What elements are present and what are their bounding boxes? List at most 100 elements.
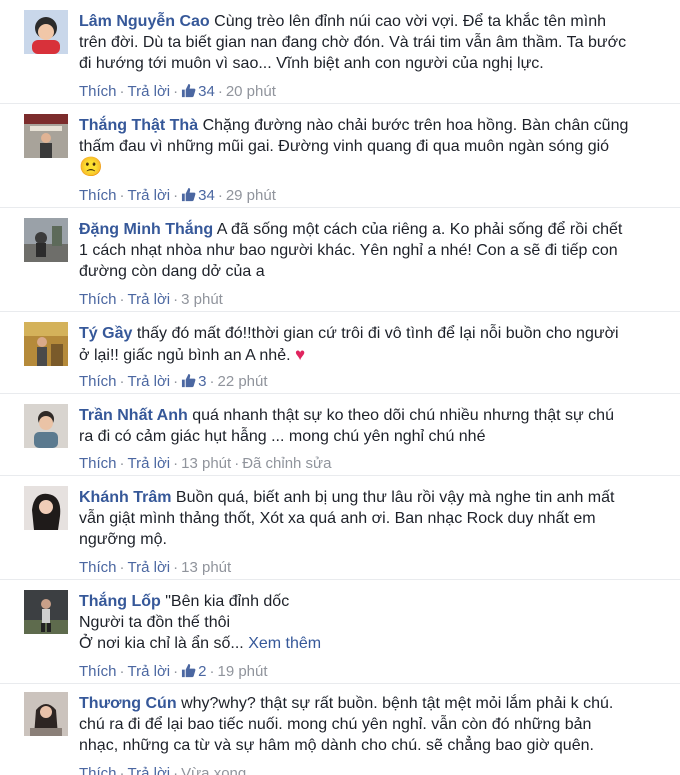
separator: · [217, 187, 223, 204]
like-link[interactable]: Thích [79, 765, 117, 775]
comment-author-link[interactable]: Khánh Trâm [79, 489, 171, 506]
timestamp-link[interactable]: 22 phút [217, 373, 267, 390]
separator: · [119, 559, 125, 576]
avatar[interactable] [24, 590, 68, 634]
comment-actions: Thích · Trả lời · 34 · 20 phút [79, 83, 276, 100]
comment-author-link[interactable]: Đặng Minh Thắng [79, 221, 213, 238]
like-count-button[interactable]: 34 [181, 83, 215, 100]
reply-link[interactable]: Trả lời [128, 765, 171, 775]
comment-actions: Thích · Trả lời · 13 phút · Đã chỉnh sửa [79, 455, 331, 472]
separator: · [173, 765, 179, 775]
like-link[interactable]: Thích [79, 187, 117, 204]
comment-actions: Thích · Trả lời · 34 · 29 phút [79, 187, 276, 204]
like-count: 34 [198, 187, 215, 204]
comment-text: Thắng Thật Thà Chặng đường nào chải bước… [79, 117, 629, 178]
separator: · [209, 373, 215, 390]
like-count: 34 [198, 83, 215, 100]
separator: · [217, 83, 223, 100]
separator: · [119, 455, 125, 472]
like-count-button[interactable]: 34 [181, 187, 215, 204]
comment-author-link[interactable]: Thắng Thật Thà [79, 117, 198, 134]
separator: · [173, 83, 179, 100]
comment-actions: Thích · Trả lời · 3 phút [79, 291, 223, 308]
avatar[interactable] [24, 10, 68, 54]
comment-item: Đặng Minh Thắng A đã sống một cách của r… [0, 208, 680, 312]
comment-text: Khánh Trâm Buồn quá, biết anh bị ung thư… [79, 489, 615, 548]
separator: · [173, 559, 179, 576]
reply-link[interactable]: Trả lời [128, 373, 171, 390]
like-count-button[interactable]: 3 [181, 373, 206, 390]
comment-text: Lâm Nguyễn Cao Cùng trèo lên đỉnh núi ca… [79, 13, 627, 72]
comment-item: Thắng Lốp "Bên kia đỉnh dốc Người ta đồn… [0, 580, 680, 684]
separator: · [119, 765, 125, 775]
separator: · [119, 373, 125, 390]
separator: · [173, 373, 179, 390]
reply-link[interactable]: Trả lời [128, 187, 171, 204]
sad-face-icon: 🙁 [79, 157, 103, 178]
separator: · [119, 291, 125, 308]
like-link[interactable]: Thích [79, 83, 117, 100]
avatar[interactable] [24, 486, 68, 530]
comment-item: Trần Nhất Anh quá nhanh thật sự ko theo … [0, 394, 680, 476]
comment-author-link[interactable]: Thắng Lốp [79, 593, 161, 610]
reply-link[interactable]: Trả lời [128, 83, 171, 100]
timestamp-link[interactable]: Vừa xong [181, 765, 246, 775]
comment-feed: Lâm Nguyễn Cao Cùng trèo lên đỉnh núi ca… [0, 0, 680, 775]
comment-text: Tý Gầy thấy đó mất đó!!thời gian cứ trôi… [79, 325, 619, 364]
edited-label[interactable]: Đã chỉnh sửa [242, 455, 331, 472]
reply-link[interactable]: Trả lời [128, 559, 171, 576]
like-link[interactable]: Thích [79, 663, 117, 680]
separator: · [173, 187, 179, 204]
avatar[interactable] [24, 404, 68, 448]
separator: · [173, 455, 179, 472]
timestamp-link[interactable]: 3 phút [181, 291, 223, 308]
comment-item: Lâm Nguyễn Cao Cùng trèo lên đỉnh núi ca… [0, 0, 680, 104]
comment-text: Thắng Lốp "Bên kia đỉnh dốc Người ta đồn… [79, 593, 322, 652]
heart-icon: ♥ [295, 345, 306, 364]
reply-link[interactable]: Trả lời [128, 663, 171, 680]
avatar[interactable] [24, 218, 68, 262]
comment-text: Trần Nhất Anh quá nhanh thật sự ko theo … [79, 407, 614, 445]
thumbs-up-icon [182, 663, 196, 678]
comment-text: Đặng Minh Thắng A đã sống một cách của r… [79, 221, 623, 280]
comment-author-link[interactable]: Tý Gầy [79, 325, 132, 342]
timestamp-link[interactable]: 13 phút [181, 559, 231, 576]
avatar[interactable] [24, 692, 68, 736]
comment-actions: Thích · Trả lời · Vừa xong [79, 765, 246, 775]
see-more-link[interactable]: Xem thêm [248, 635, 321, 652]
reply-link[interactable]: Trả lời [128, 455, 171, 472]
separator: · [234, 455, 240, 472]
avatar[interactable] [24, 322, 68, 366]
like-link[interactable]: Thích [79, 291, 117, 308]
avatar[interactable] [24, 114, 68, 158]
like-link[interactable]: Thích [79, 559, 117, 576]
like-count-button[interactable]: 2 [181, 663, 206, 680]
comment-item: Khánh Trâm Buồn quá, biết anh bị ung thư… [0, 476, 680, 580]
comment-author-link[interactable]: Thương Cún [79, 695, 177, 712]
comment-item: Thương Cún why?why? thật sự rất buồn. bệ… [0, 684, 680, 775]
comment-author-link[interactable]: Lâm Nguyễn Cao [79, 13, 210, 30]
comment-author-link[interactable]: Trần Nhất Anh [79, 407, 188, 424]
comment-item: Tý Gầy thấy đó mất đó!!thời gian cứ trôi… [0, 312, 680, 394]
comment-item: Thắng Thật Thà Chặng đường nào chải bước… [0, 104, 680, 208]
separator: · [119, 663, 125, 680]
timestamp-link[interactable]: 19 phút [217, 663, 267, 680]
thumbs-up-icon [182, 187, 196, 202]
separator: · [119, 187, 125, 204]
thumbs-up-icon [182, 373, 196, 388]
separator: · [209, 663, 215, 680]
comment-text: Thương Cún why?why? thật sự rất buồn. bệ… [79, 695, 614, 754]
separator: · [119, 83, 125, 100]
like-link[interactable]: Thích [79, 455, 117, 472]
separator: · [173, 291, 179, 308]
timestamp-link[interactable]: 13 phút [181, 455, 231, 472]
comment-actions: Thích · Trả lời · 13 phút [79, 559, 231, 576]
timestamp-link[interactable]: 20 phút [226, 83, 276, 100]
comment-actions: Thích · Trả lời · 3 · 22 phút [79, 373, 268, 390]
comment-actions: Thích · Trả lời · 2 · 19 phút [79, 663, 268, 680]
reply-link[interactable]: Trả lời [128, 291, 171, 308]
separator: · [173, 663, 179, 680]
thumbs-up-icon [182, 83, 196, 98]
like-link[interactable]: Thích [79, 373, 117, 390]
timestamp-link[interactable]: 29 phút [226, 187, 276, 204]
